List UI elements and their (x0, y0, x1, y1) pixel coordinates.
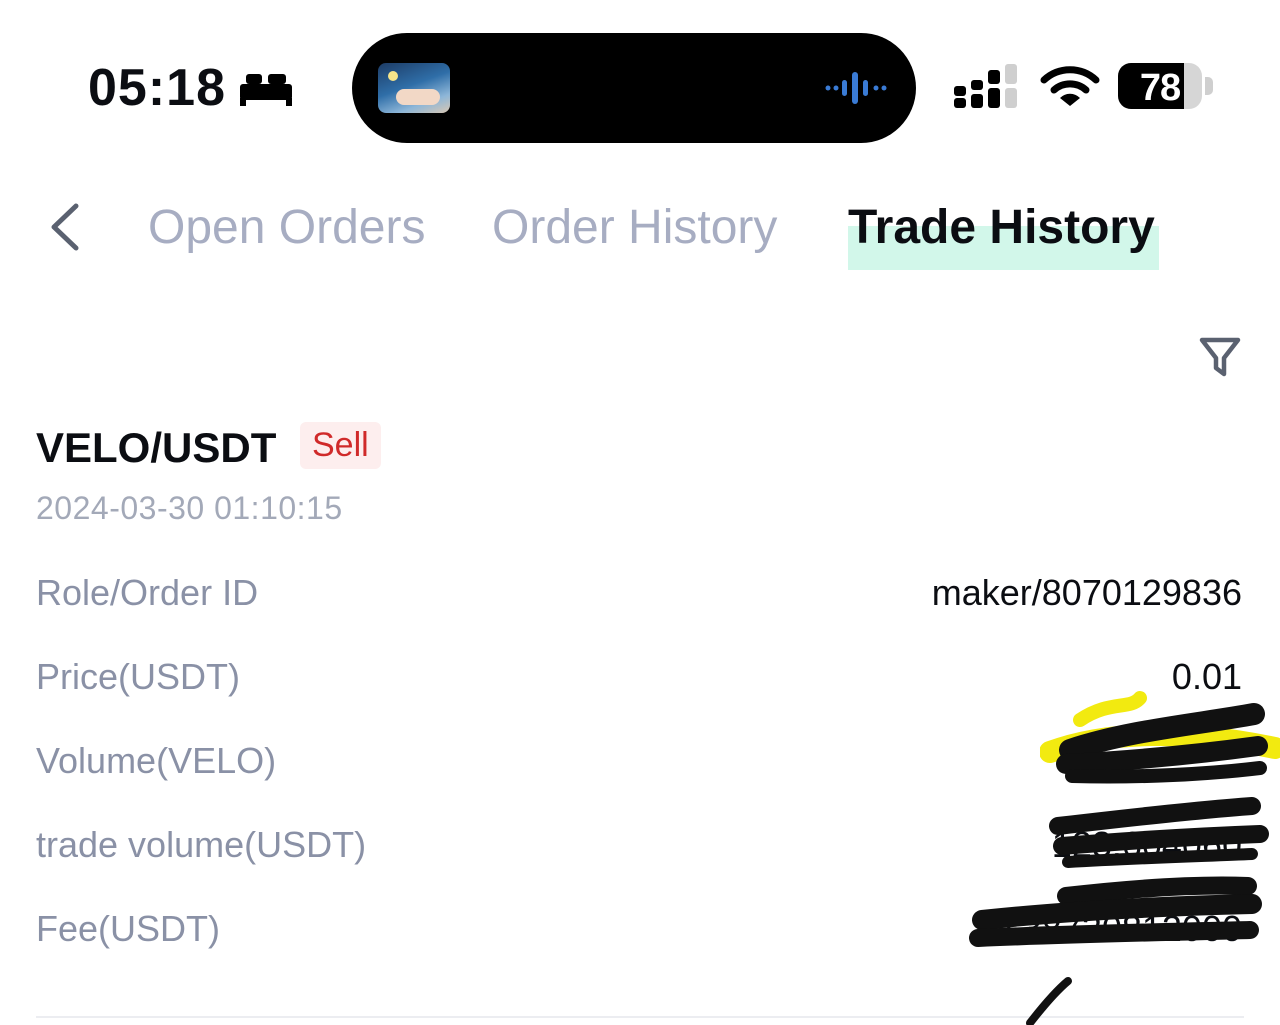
tab-order-history[interactable]: Order History (492, 200, 777, 255)
wifi-icon (1040, 66, 1100, 106)
row-label-trade-volume: trade volume(USDT) (36, 824, 367, 865)
row-value-price: 0.01 (1171, 656, 1242, 697)
trade-timestamp: 2024-03-30 01:10:15 (36, 490, 343, 526)
row-label-fee: Fee(USDT) (36, 908, 221, 949)
trade-pair: VELO/USDT (36, 424, 277, 471)
tab-trade-history-label: Trade History (848, 201, 1155, 254)
cellular-signal-icon (954, 64, 1017, 108)
battery-indicator: 78 (1118, 63, 1202, 109)
row-label-volume: Volume(VELO) (36, 740, 277, 781)
battery-percent: 78 (1139, 67, 1181, 109)
row-value-fee: 0.38720812000 (991, 908, 1242, 949)
row-label-price: Price(USDT) (36, 656, 240, 697)
status-time: 05:18 (88, 59, 226, 117)
filter-icon[interactable] (1196, 334, 1244, 380)
row-value-role-order-id: maker/8070129836 (931, 572, 1242, 613)
row-label-role-order-id: Role/Order ID (36, 572, 259, 613)
now-playing-thumbnail[interactable] (378, 63, 450, 113)
battery-cap (1205, 77, 1213, 95)
redaction-scribble-volume (1040, 691, 1280, 784)
bed-icon (240, 74, 292, 106)
side-badge: Sell (300, 422, 381, 469)
tab-trade-history[interactable]: Trade History (848, 200, 1159, 270)
record-divider (36, 1016, 1244, 1018)
dynamic-island[interactable] (352, 33, 916, 143)
back-chevron-icon[interactable] (44, 200, 84, 254)
row-value-trade-volume: 123.604060 (1051, 824, 1242, 865)
tab-open-orders[interactable]: Open Orders (148, 200, 425, 255)
audio-waveform-icon (825, 72, 887, 104)
